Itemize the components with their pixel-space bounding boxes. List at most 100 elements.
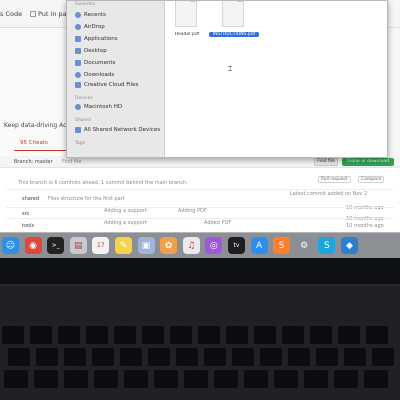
sidebar-item-creative-cloud[interactable]: Creative Cloud Files [75, 80, 161, 90]
keyboard-key [344, 348, 366, 366]
tv-icon[interactable]: tv [227, 237, 245, 254]
keyboard-key [124, 370, 148, 388]
laptop-screen: s Code Put in pape Keep data-driving Act… [0, 0, 400, 258]
podcasts-icon[interactable]: ◎ [205, 237, 223, 254]
app-store-icon[interactable]: A [250, 237, 268, 254]
file-row-message-2[interactable]: Adding PDF [178, 208, 207, 214]
file-row-name[interactable]: tools [22, 223, 34, 229]
file-name: INSTRUCTIONS.pdf [209, 32, 259, 37]
applications-icon [75, 36, 81, 42]
sidebar-item-recents[interactable]: Recents [75, 10, 161, 20]
photos-icon[interactable]: ✿ [160, 237, 178, 254]
file-item[interactable]: Header.pdf [162, 1, 212, 43]
finder-dialog: Favorites Recents AirDrop Applications D… [66, 0, 388, 158]
keyboard-key [86, 326, 108, 344]
pdf-document-icon [175, 1, 197, 27]
mouse-cursor-icon: ⌶ [228, 65, 233, 73]
pull-request-button[interactable]: Pull request [318, 176, 351, 183]
keyboard-key [226, 326, 248, 344]
sidebar-item-label: Desktop [84, 48, 107, 54]
file-row-name[interactable]: shared [22, 196, 39, 202]
files-icon[interactable]: ▤ [69, 237, 87, 254]
keyboard-key [316, 348, 338, 366]
network-icon [75, 127, 81, 133]
airdrop-icon [75, 24, 81, 30]
keyboard-key [282, 326, 304, 344]
file-row-message[interactable]: Files structure for the first part [48, 196, 125, 202]
file-row-message-2[interactable]: Added PDF [204, 220, 231, 226]
keyboard-key [34, 370, 58, 388]
keyboard-key [304, 370, 328, 388]
keyboard-key [244, 370, 268, 388]
keyboard-key [214, 370, 238, 388]
file-row-name[interactable]: src [22, 211, 29, 217]
clone-download-button[interactable]: Clone or download [342, 158, 394, 166]
keyboard-key [184, 370, 208, 388]
keyboard-key [310, 326, 332, 344]
dock: ☺ ◉ >_ ▤ 17 ✎ ▣ ✿ ♫ ◎ tv A S ⚙ S ◆ [0, 232, 400, 258]
sidebar-item-label: Downloads [84, 72, 115, 78]
branch-selector[interactable]: Branch: master [14, 159, 53, 165]
keyboard-key [120, 348, 142, 366]
sidebar-item-label: Documents [84, 60, 116, 66]
pdf-document-icon [222, 1, 244, 27]
sidebar-item-macintosh-hd[interactable]: Macintosh HD [75, 102, 161, 112]
tab-underline [14, 150, 66, 151]
keyboard-key [364, 370, 388, 388]
terminal-icon[interactable]: >_ [47, 237, 65, 254]
sidebar-item-documents[interactable]: Documents [75, 58, 161, 68]
keyboard-key [204, 348, 226, 366]
sidebar-section-tags: Tags [75, 141, 85, 146]
keyboard-key [64, 348, 86, 366]
keyboard-key [372, 348, 394, 366]
keyboard-key [366, 326, 388, 344]
keyboard-key [338, 326, 360, 344]
skype-icon[interactable]: S [318, 237, 336, 254]
keyboard-key [36, 348, 58, 366]
compare-button[interactable]: Compare [358, 176, 385, 183]
divider [6, 189, 394, 190]
keyboard-key [114, 326, 136, 344]
file-row-message[interactable]: Adding a support [104, 208, 147, 214]
sidebar-item-label: AirDrop [84, 24, 105, 30]
keyboard-key [334, 370, 358, 388]
find-file-button[interactable]: Find file [314, 158, 338, 166]
sidebar-item-desktop[interactable]: Desktop [75, 46, 161, 56]
finder-sidebar: Favorites Recents AirDrop Applications D… [67, 1, 165, 157]
bookmark-item[interactable]: s Code [0, 10, 22, 18]
chrome-icon[interactable]: ◉ [24, 237, 42, 254]
sidebar-item-label: Creative Cloud Files [84, 82, 139, 88]
disk-icon [75, 104, 81, 110]
file-row-age: 10 months ago [346, 216, 384, 222]
sidebar-item-downloads[interactable]: Downloads [75, 70, 161, 80]
sublime-icon[interactable]: S [273, 237, 291, 254]
notes-icon[interactable]: ✎ [114, 237, 132, 254]
vscode-icon[interactable]: ◆ [340, 237, 358, 254]
tab-link[interactable]: 95 Cheats [20, 140, 48, 146]
clock-icon [75, 12, 81, 18]
sidebar-item-applications[interactable]: Applications [75, 34, 161, 44]
latest-commit-note: Latest commit added on Nov 2 [290, 191, 368, 197]
file-item-selected[interactable]: INSTRUCTIONS.pdf [209, 1, 259, 43]
system-preferences-icon[interactable]: ⚙ [295, 237, 313, 254]
file-row-message[interactable]: Adding a support [104, 220, 147, 226]
keyboard-key [94, 370, 118, 388]
sidebar-section-shared: Shared [75, 118, 91, 123]
keyboard-key [254, 326, 276, 344]
checkbox-icon [30, 11, 36, 17]
file-row-age: 10 months ago [346, 205, 384, 211]
downloads-icon [75, 72, 81, 78]
keyboard-key [176, 348, 198, 366]
sidebar-item-airdrop[interactable]: AirDrop [75, 22, 161, 32]
folder-icon [75, 82, 81, 88]
divider [6, 218, 394, 219]
preview-icon[interactable]: ▣ [137, 237, 155, 254]
calendar-icon[interactable]: 17 [92, 237, 110, 254]
keyboard-key [58, 326, 80, 344]
sidebar-section-devices: Devices [75, 96, 93, 101]
keyboard-key [274, 370, 298, 388]
finder-icon[interactable]: ☺ [2, 237, 19, 254]
itunes-icon[interactable]: ♫ [182, 237, 200, 254]
sidebar-item-shared-network[interactable]: All Shared Network Devices [75, 125, 161, 135]
keyboard-key [8, 348, 30, 366]
